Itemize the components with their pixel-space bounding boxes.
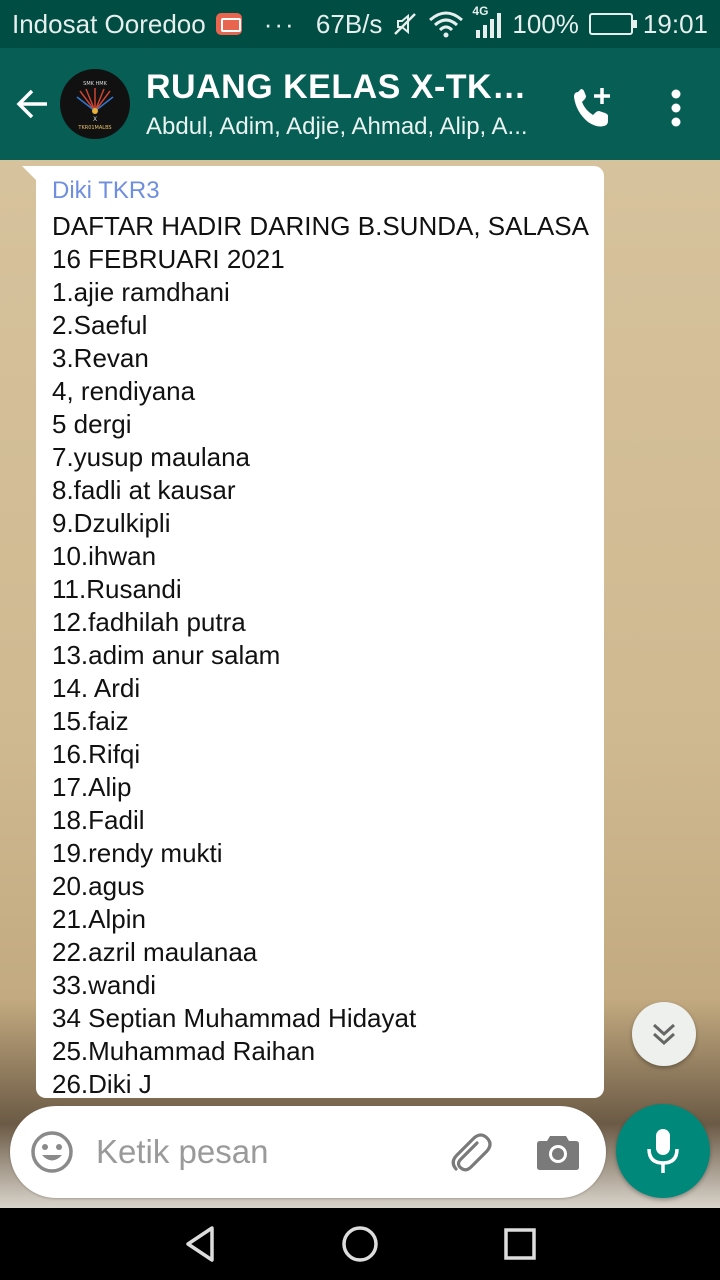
carrier-name: Indosat Ooredoo <box>12 8 206 39</box>
message-sender[interactable]: Diki TKR3 <box>52 176 590 210</box>
group-avatar[interactable]: SMK HMK X TKR01MALBS <box>60 69 130 139</box>
message-line: 10.ihwan <box>52 541 157 571</box>
scroll-to-bottom-button[interactable] <box>632 1002 696 1066</box>
attach-button[interactable] <box>446 1128 494 1176</box>
message-line: 22.azril maulanaa <box>52 937 258 967</box>
clock: 19:01 <box>642 8 708 39</box>
more-notifications-icon: ··· <box>263 8 296 39</box>
message-line: 25.Muhammad Raihan <box>52 1036 316 1066</box>
message-line: 15.faiz <box>52 706 129 736</box>
system-nav-bar <box>0 1208 720 1280</box>
message-line: 1.ajie ramdhani <box>52 277 230 307</box>
message-line: 5 dergi <box>52 409 132 439</box>
message-line: 8.fadli at kausar <box>52 475 236 505</box>
message-line: 3.Revan <box>52 343 149 373</box>
wifi-icon <box>429 11 464 38</box>
signal-group: 4G <box>472 4 502 38</box>
message-line: 20.agus <box>52 871 145 901</box>
message-line: 14. Ardi <box>52 673 141 703</box>
status-bar: Indosat Ooredoo ··· 67B/s 4G 100% 19:01 <box>0 0 720 48</box>
group-logo-icon: SMK HMK X TKR01MALBS <box>76 81 114 131</box>
message-text: DAFTAR HADIR DARING B.SUNDA, SALASA 16 FE… <box>52 210 590 1098</box>
add-call-icon <box>574 88 610 127</box>
notification-mail-icon <box>215 13 242 35</box>
message-line: 16 FEBRUARI 2021 <box>52 244 285 274</box>
add-call-button[interactable] <box>564 80 620 136</box>
nav-home-icon <box>342 1226 378 1262</box>
message-input[interactable] <box>96 1133 426 1171</box>
message-line: 21.Alpin <box>52 904 146 934</box>
emoji-button[interactable] <box>30 1130 74 1174</box>
back-button[interactable] <box>4 48 60 160</box>
message-line: 33.wandi <box>52 970 157 1000</box>
chat-title: RUANG KELAS X-TKR0... <box>146 67 546 106</box>
message-line: 18.Fadil <box>52 805 145 835</box>
voice-message-button[interactable] <box>616 1104 710 1198</box>
battery-icon <box>588 13 637 35</box>
arrow-left-icon <box>16 89 47 119</box>
message-line: 13.adim anur salam <box>52 640 281 670</box>
mic-icon <box>647 1129 679 1173</box>
message-line: 4, rendiyana <box>52 376 196 406</box>
more-vert-icon <box>671 89 681 127</box>
nav-back-icon <box>186 1226 214 1262</box>
camera-button[interactable] <box>534 1128 582 1176</box>
message-composer <box>10 1106 606 1198</box>
svg-text:TKR01MALBS: TKR01MALBS <box>77 125 111 131</box>
svg-text:X: X <box>93 116 97 123</box>
bubble-tail <box>22 166 38 182</box>
double-chevron-down-icon <box>652 1023 676 1046</box>
nav-back-button[interactable] <box>176 1220 224 1268</box>
mute-icon <box>394 13 417 35</box>
battery-percent: 100% <box>512 8 579 39</box>
network-speed: 67B/s <box>315 8 383 39</box>
message-line: 26.Diki J <box>52 1069 152 1098</box>
message-line: 7.yusup maulana <box>52 442 251 472</box>
status-right: 67B/s 4G 100% 19:01 <box>315 4 708 40</box>
svg-text:SMK HMK: SMK HMK <box>83 81 107 87</box>
message-line: 17.Alip <box>52 772 132 802</box>
nav-recents-button[interactable] <box>496 1220 544 1268</box>
message-line: 12.fadhilah putra <box>52 607 246 637</box>
chat-title-group[interactable]: RUANG KELAS X-TKR0... Abdul, Adim, Adjie… <box>146 68 546 141</box>
chat-header: SMK HMK X TKR01MALBS RUANG KELAS X-TKR0.… <box>0 48 720 160</box>
carrier-group: Indosat Ooredoo ··· <box>12 9 296 40</box>
message-line: 11.Rusandi <box>52 574 182 604</box>
chat-participants: Abdul, Adim, Adjie, Ahmad, Alip, A... <box>146 112 528 140</box>
more-options-button[interactable] <box>650 80 702 136</box>
message-line: 2.Saeful <box>52 310 148 340</box>
emoji-icon <box>31 1131 73 1173</box>
camera-icon <box>537 1136 579 1170</box>
message-line: 19.rendy mukti <box>52 838 223 868</box>
message-line: 34 Septian Muhammad Hidayat <box>52 1003 417 1033</box>
message-line: DAFTAR HADIR DARING B.SUNDA, SALASA <box>52 211 589 241</box>
message-line: 16.Rifqi <box>52 739 141 769</box>
message-line: 9.Dzulkipli <box>52 508 171 538</box>
chat-area[interactable]: Diki TKR3 DAFTAR HADIR DARING B.SUNDA, S… <box>0 160 720 1208</box>
network-type: 4G <box>472 4 489 18</box>
nav-recents-icon <box>504 1228 536 1260</box>
paperclip-icon <box>451 1133 492 1172</box>
message-bubble[interactable]: Diki TKR3 DAFTAR HADIR DARING B.SUNDA, S… <box>36 166 604 1098</box>
nav-home-button[interactable] <box>336 1220 384 1268</box>
